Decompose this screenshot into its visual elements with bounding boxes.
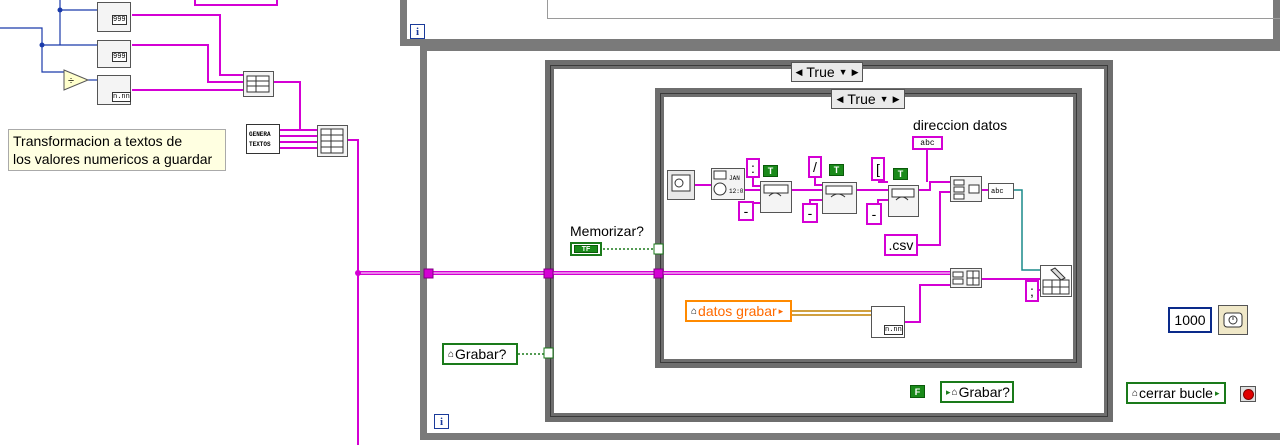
format-nn-label: n.nn bbox=[112, 92, 131, 102]
comment-note[interactable]: Transformacion a textos de los valores n… bbox=[8, 129, 226, 171]
svg-text:12:01: 12:01 bbox=[729, 188, 744, 195]
cerrar-bucle-label: cerrar bucle bbox=[1139, 385, 1213, 401]
format-number-node-1[interactable]: 999 bbox=[97, 2, 131, 32]
search-replace-node-2[interactable] bbox=[822, 182, 857, 214]
build-array-node-3[interactable] bbox=[950, 268, 982, 288]
grabar-local-label: Grabar? bbox=[958, 384, 1010, 400]
divide-icon[interactable]: ÷ bbox=[62, 68, 90, 92]
format-nn-label: n.nn bbox=[884, 325, 903, 335]
string-to-path-node[interactable]: abc bbox=[988, 183, 1014, 199]
write-spreadsheet-node[interactable] bbox=[1040, 265, 1072, 297]
bracket-constant[interactable]: [ bbox=[871, 157, 885, 181]
format-number-node-2[interactable]: 999 bbox=[97, 40, 131, 68]
arrow-right-icon: ▸ bbox=[778, 305, 784, 316]
grabar-input-label: Grabar? bbox=[455, 346, 507, 362]
note-line-1: Transformacion a textos de bbox=[13, 133, 183, 149]
search-replace-node-1[interactable] bbox=[760, 181, 792, 213]
format-date-time-node[interactable]: JAN 12:01 bbox=[711, 168, 747, 200]
get-date-time-node[interactable] bbox=[667, 170, 695, 200]
build-array-node-1[interactable] bbox=[243, 71, 274, 97]
format-number-node-4[interactable]: n.nn bbox=[871, 306, 905, 338]
string-to-path-label: abc bbox=[991, 188, 1004, 196]
wait-ms-constant[interactable]: 1000 bbox=[1168, 307, 1212, 333]
direccion-datos-control[interactable]: abc bbox=[912, 136, 943, 150]
grabar-input-control[interactable]: ⌂ Grabar? bbox=[442, 343, 518, 365]
datos-grabar-control[interactable]: ⌂ datos grabar ▸ bbox=[685, 300, 792, 322]
dash-constant-3[interactable]: - bbox=[866, 203, 882, 225]
cerrar-bucle-control[interactable]: ⌂ cerrar bucle ▸ bbox=[1126, 382, 1226, 404]
slash-constant[interactable]: / bbox=[808, 156, 822, 178]
arrow-right-icon: ▸ bbox=[1214, 387, 1220, 398]
textos-label: TEXTOS bbox=[249, 141, 271, 148]
genera-textos-subvi[interactable]: GENERA TEXTOS bbox=[246, 124, 280, 154]
wait-ms-node[interactable] bbox=[1218, 305, 1248, 335]
tf-icon: TF bbox=[574, 245, 598, 253]
direccion-datos-label: direccion datos bbox=[913, 117, 1008, 133]
build-array-node-2[interactable] bbox=[317, 125, 348, 157]
svg-text:JAN: JAN bbox=[729, 175, 740, 182]
dash-constant-1[interactable]: - bbox=[738, 201, 754, 221]
false-constant[interactable]: F bbox=[910, 385, 925, 398]
stop-condition-icon[interactable] bbox=[1240, 386, 1256, 402]
format-999-label: 999 bbox=[112, 52, 127, 62]
true-constant-1[interactable]: T bbox=[763, 165, 778, 177]
memorizar-label: Memorizar? bbox=[570, 223, 644, 239]
semicolon-constant[interactable]: ; bbox=[1025, 280, 1039, 302]
format-999-label: 999 bbox=[112, 15, 127, 25]
memorizar-control[interactable]: TF bbox=[570, 242, 602, 256]
search-replace-node-3[interactable] bbox=[888, 185, 919, 217]
home-icon: ⌂ bbox=[691, 305, 698, 317]
home-icon: ⌂ bbox=[448, 348, 455, 360]
colon-constant[interactable]: : bbox=[746, 158, 760, 178]
concatenate-strings-node[interactable] bbox=[950, 176, 982, 202]
home-icon: ⌂ bbox=[1132, 387, 1139, 399]
svg-text:÷: ÷ bbox=[68, 75, 74, 87]
arrow-right-icon: ▸ bbox=[946, 386, 951, 397]
genera-label: GENERA bbox=[249, 131, 271, 138]
format-number-node-3[interactable]: n.nn bbox=[97, 75, 131, 105]
true-constant-2[interactable]: T bbox=[829, 164, 844, 176]
true-constant-3[interactable]: T bbox=[893, 168, 908, 180]
datos-grabar-label: datos grabar bbox=[698, 303, 777, 319]
grabar-local-variable[interactable]: ▸ ⌂ Grabar? bbox=[940, 381, 1014, 403]
home-icon: ⌂ bbox=[951, 386, 958, 398]
dash-constant-2[interactable]: - bbox=[802, 203, 818, 223]
note-line-2: los valores numericos a guardar bbox=[13, 151, 213, 167]
csv-constant[interactable]: .csv bbox=[884, 234, 918, 256]
